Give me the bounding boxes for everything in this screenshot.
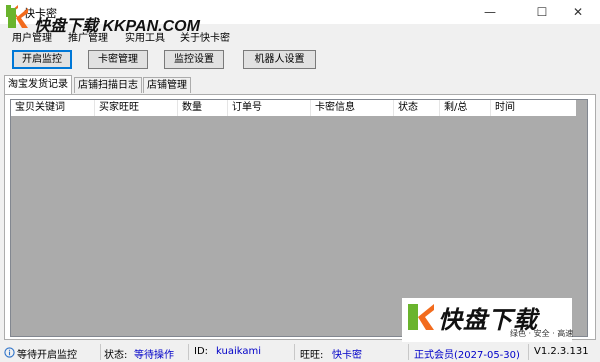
status-bar: 等待开启监控 状态: 等待操作 ID: kuaikami 旺旺: 快卡密 正式会… bbox=[0, 342, 600, 362]
column-header[interactable]: 卡密信息 bbox=[311, 100, 394, 116]
column-header[interactable]: 买家旺旺 bbox=[95, 100, 178, 116]
tab-taobao-delivery-log[interactable]: 淘宝发货记录 bbox=[4, 75, 72, 94]
brand-slogan: 绿色 · 安全 · 高速 bbox=[510, 329, 574, 338]
membership-link[interactable]: 正式会员(2027-05-30) bbox=[414, 346, 520, 361]
column-header[interactable]: 时间 bbox=[491, 100, 576, 116]
info-circle-icon bbox=[4, 347, 15, 358]
version-label: V1.2.3.131 bbox=[534, 346, 589, 357]
status-id-value: kuaikami bbox=[216, 346, 261, 357]
card-management-button[interactable]: 卡密管理 bbox=[88, 50, 148, 69]
status-id-label: ID: bbox=[194, 346, 209, 357]
status-wangwang-label: 旺旺: bbox=[300, 350, 324, 361]
menu-promotion-management[interactable]: 推广管理 bbox=[68, 29, 108, 44]
menu-bar: 用户管理 推广管理 实用工具 关于快卡密 bbox=[0, 25, 600, 45]
close-button[interactable]: ✕ bbox=[556, 0, 600, 24]
column-header[interactable]: 剩/总 bbox=[440, 100, 491, 116]
tab-shop-scan-log[interactable]: 店铺扫描日志 bbox=[74, 77, 142, 93]
status-state-label: 状态: bbox=[104, 350, 128, 361]
menu-about[interactable]: 关于快卡密 bbox=[180, 29, 230, 44]
status-state-value: 等待操作 bbox=[134, 350, 174, 361]
column-header[interactable]: 订单号 bbox=[228, 100, 311, 116]
toolbar: 开启监控 卡密管理 监控设置 机器人设置 bbox=[0, 48, 600, 74]
status-divider bbox=[100, 344, 101, 360]
column-header[interactable]: 数量 bbox=[178, 100, 228, 116]
status-divider bbox=[294, 344, 295, 360]
status-divider bbox=[188, 344, 189, 360]
robot-settings-button[interactable]: 机器人设置 bbox=[243, 50, 316, 69]
status-divider bbox=[528, 344, 529, 360]
menu-tools[interactable]: 实用工具 bbox=[125, 29, 165, 44]
menu-user-management[interactable]: 用户管理 bbox=[12, 29, 52, 44]
status-message: 等待开启监控 bbox=[17, 350, 77, 361]
column-header[interactable]: 状态 bbox=[394, 100, 440, 116]
minimize-button[interactable]: — bbox=[468, 0, 512, 24]
start-monitor-button[interactable]: 开启监控 bbox=[12, 50, 72, 69]
brand-watermark: 快盘下载 绿色 · 安全 · 高速 bbox=[402, 298, 574, 342]
brand-logo-icon bbox=[408, 304, 434, 330]
tab-shop-management[interactable]: 店铺管理 bbox=[143, 77, 191, 93]
column-header[interactable]: 宝贝关键词 bbox=[11, 100, 95, 116]
table-header: 宝贝关键词 买家旺旺 数量 订单号 卡密信息 状态 剩/总 时间 bbox=[11, 100, 576, 116]
monitor-settings-button[interactable]: 监控设置 bbox=[164, 50, 224, 69]
status-wangwang-value: 快卡密 bbox=[332, 350, 362, 361]
status-divider bbox=[408, 344, 409, 360]
